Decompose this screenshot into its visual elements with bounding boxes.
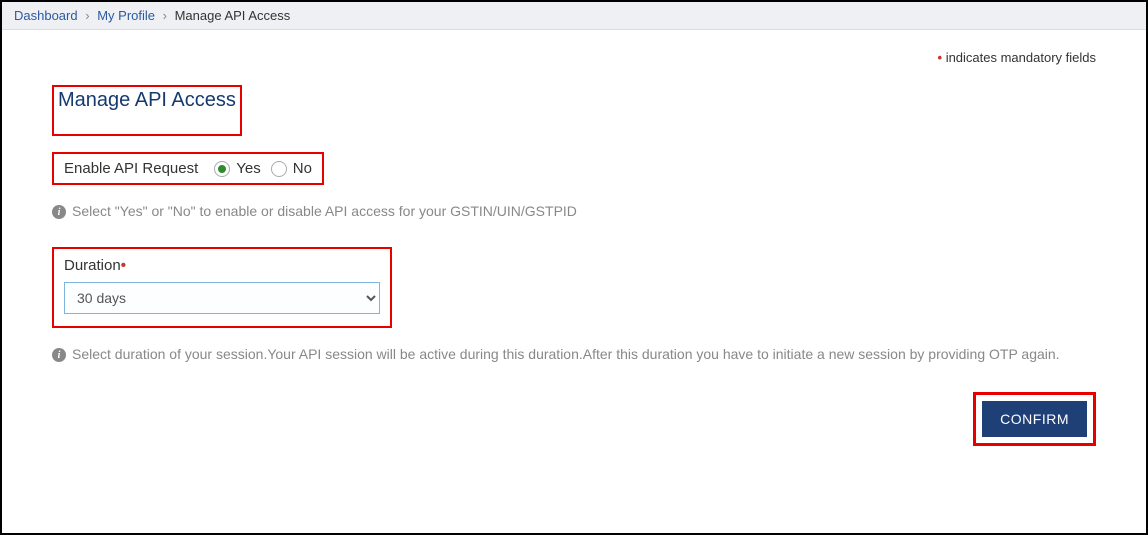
asterisk-icon: •: [121, 257, 126, 274]
breadcrumb-dashboard[interactable]: Dashboard: [14, 8, 78, 23]
info-enable-api: i Select "Yes" or "No" to enable or disa…: [52, 203, 1096, 219]
info-duration-text: Select duration of your session.Your API…: [72, 346, 1060, 362]
radio-yes[interactable]: [214, 161, 230, 177]
mandatory-note: • indicates mandatory fields: [52, 50, 1096, 65]
page-title: Manage API Access: [54, 87, 240, 114]
asterisk-icon: •: [938, 50, 943, 65]
breadcrumb-sep-icon: ›: [85, 8, 89, 23]
enable-api-row: Enable API Request Yes No: [52, 152, 324, 185]
info-icon: i: [52, 205, 66, 219]
duration-block: Duration• 30 days: [52, 247, 392, 328]
info-icon: i: [52, 348, 66, 362]
radio-yes-label: Yes: [236, 160, 260, 177]
confirm-button[interactable]: CONFIRM: [982, 401, 1087, 437]
breadcrumb-sep-icon: ›: [163, 8, 167, 23]
radio-no-label: No: [293, 160, 312, 177]
info-duration: i Select duration of your session.Your A…: [52, 346, 1096, 362]
breadcrumb: Dashboard › My Profile › Manage API Acce…: [2, 2, 1146, 30]
breadcrumb-current: Manage API Access: [175, 8, 291, 23]
mandatory-note-text: indicates mandatory fields: [946, 50, 1096, 65]
radio-no[interactable]: [271, 161, 287, 177]
breadcrumb-my-profile[interactable]: My Profile: [97, 8, 155, 23]
enable-api-label: Enable API Request: [64, 160, 198, 177]
info-enable-api-text: Select "Yes" or "No" to enable or disabl…: [72, 203, 577, 219]
duration-select[interactable]: 30 days: [64, 282, 380, 314]
duration-label: Duration: [64, 257, 121, 274]
